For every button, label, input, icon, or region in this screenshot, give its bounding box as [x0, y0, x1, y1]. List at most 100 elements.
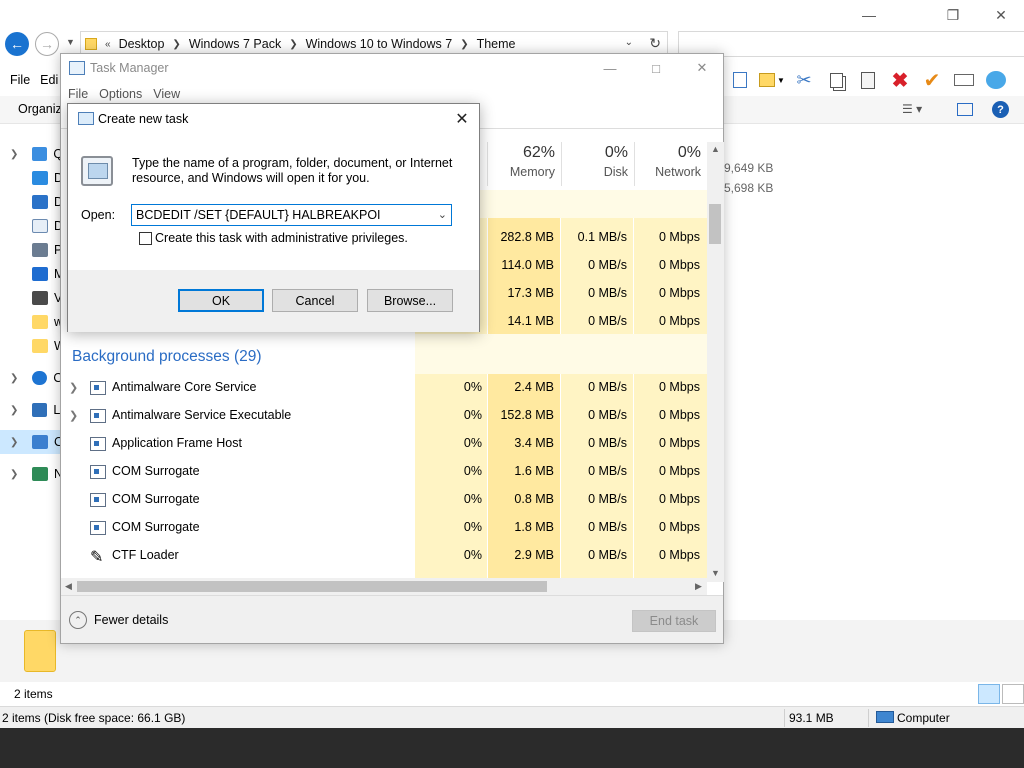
- column-disk[interactable]: 0% Disk: [561, 142, 634, 186]
- menu-file[interactable]: File: [10, 73, 30, 87]
- menu-view[interactable]: View: [153, 87, 180, 101]
- library-icon: [32, 403, 48, 417]
- expand-chevron-icon[interactable]: ❯: [10, 469, 18, 480]
- menu-edit[interactable]: Edi: [40, 73, 58, 87]
- scroll-down-icon[interactable]: ▼: [711, 568, 720, 578]
- table-row[interactable]: Application Frame Host 0% 3.4 MB 0 MB/s …: [61, 430, 707, 458]
- expand-chevron-icon[interactable]: ❯: [69, 409, 78, 422]
- search-input[interactable]: [678, 31, 1024, 57]
- address-dropdown-icon[interactable]: ⌄: [625, 37, 633, 48]
- refresh-icon[interactable]: ↻: [649, 35, 661, 52]
- vertical-scrollbar[interactable]: ▲ ▼: [707, 142, 724, 582]
- close-icon[interactable]: ✕: [679, 54, 725, 82]
- maximize-icon[interactable]: ❐: [930, 0, 976, 30]
- breadcrumb-separator-icon[interactable]: ❯: [460, 39, 468, 50]
- table-row[interactable]: ❯ Antimalware Core Service 0% 2.4 MB 0 M…: [61, 374, 707, 402]
- expand-chevron-icon[interactable]: ❯: [69, 381, 78, 394]
- close-icon[interactable]: ✕: [978, 0, 1024, 30]
- expand-chevron-icon[interactable]: ❯: [10, 437, 18, 448]
- properties-icon[interactable]: ▼: [757, 68, 787, 92]
- back-arrow-icon[interactable]: ←: [5, 32, 29, 56]
- cpu-cell: 0%: [463, 520, 482, 534]
- menu-file[interactable]: File: [68, 87, 88, 101]
- minimize-icon[interactable]: —: [587, 54, 633, 82]
- network-cell: 0 Mbps: [659, 436, 700, 450]
- copy-icon[interactable]: [821, 68, 851, 92]
- memory-cell: 2.9 MB: [514, 548, 554, 562]
- chevron-down-icon[interactable]: ⌄: [438, 208, 447, 221]
- task-manager-menubar: File Options View: [61, 83, 184, 105]
- breadcrumb-windows7pack[interactable]: Windows 7 Pack: [189, 37, 281, 51]
- scroll-right-icon[interactable]: ▶: [695, 581, 702, 592]
- open-input[interactable]: [132, 208, 422, 222]
- breadcrumb-theme[interactable]: Theme: [477, 37, 516, 51]
- view-icon[interactable]: [725, 68, 755, 92]
- column-memory[interactable]: 62% Memory: [487, 142, 561, 186]
- table-row[interactable]: COM Surrogate 0% 1.6 MB 0 MB/s 0 Mbps: [61, 458, 707, 486]
- open-combobox[interactable]: ⌄: [131, 204, 452, 226]
- table-row[interactable]: COM Surrogate 0% 1.8 MB 0 MB/s 0 Mbps: [61, 514, 707, 542]
- end-task-button[interactable]: End task: [632, 610, 716, 632]
- cpu-cell: 0%: [463, 436, 482, 450]
- horizontal-scrollbar[interactable]: ◀ ▶: [61, 578, 707, 595]
- memory-percent: 62%: [522, 144, 555, 161]
- ok-button[interactable]: OK: [178, 289, 264, 312]
- process-name: Antimalware Core Service: [112, 380, 257, 394]
- browse-button[interactable]: Browse...: [367, 289, 453, 312]
- cpu-cell: 0%: [463, 408, 482, 422]
- cancel-button[interactable]: Cancel: [272, 289, 358, 312]
- expand-chevron-icon[interactable]: ❯: [10, 373, 18, 384]
- cut-icon[interactable]: ✂: [789, 68, 819, 92]
- preview-pane-icon[interactable]: [957, 103, 973, 116]
- maximize-icon[interactable]: □: [633, 54, 679, 82]
- rename-icon[interactable]: [949, 68, 979, 92]
- admin-privileges-label[interactable]: Create this task with administrative pri…: [155, 231, 408, 245]
- column-network[interactable]: 0% Network: [634, 142, 707, 186]
- breadcrumb-separator-icon[interactable]: ❯: [172, 39, 180, 50]
- dialog-title: Create new task: [98, 112, 189, 126]
- forward-arrow-icon[interactable]: →: [35, 32, 59, 56]
- breadcrumb-win10-to-win7[interactable]: Windows 10 to Windows 7: [306, 37, 453, 51]
- admin-privileges-checkbox[interactable]: [139, 232, 152, 245]
- delete-icon[interactable]: ✖: [885, 68, 915, 92]
- video-icon: [32, 291, 48, 305]
- folder-icon: [85, 38, 97, 50]
- breadcrumb-desktop[interactable]: Desktop: [119, 37, 165, 51]
- scroll-left-icon[interactable]: ◀: [65, 581, 72, 592]
- menu-options[interactable]: Options: [99, 87, 142, 101]
- close-icon[interactable]: ✕: [445, 104, 479, 134]
- task-manager-footer: ⌃ Fewer details End task: [61, 595, 723, 643]
- view-options-icon[interactable]: ☰ ▾: [902, 102, 922, 116]
- disk-percent: 0%: [604, 144, 628, 161]
- disk-cell: 0 MB/s: [588, 380, 627, 394]
- breadcrumb-separator-icon[interactable]: ❯: [289, 39, 297, 50]
- chevron-up-icon[interactable]: ⌃: [69, 611, 87, 629]
- run-icon: [78, 112, 94, 125]
- details-view-icon[interactable]: [978, 684, 1000, 704]
- table-row[interactable]: ✎ CTF Loader 0% 2.9 MB 0 MB/s 0 Mbps: [61, 542, 707, 570]
- file-size-2: 5,698 KB: [724, 181, 774, 195]
- recent-locations-icon[interactable]: ▼: [66, 37, 75, 47]
- scroll-up-icon[interactable]: ▲: [711, 144, 720, 154]
- sky-globe-icon[interactable]: [981, 68, 1011, 92]
- process-name: Application Frame Host: [112, 436, 242, 450]
- table-row[interactable]: COM Surrogate 0% 0.8 MB 0 MB/s 0 Mbps: [61, 486, 707, 514]
- paste-icon[interactable]: [853, 68, 883, 92]
- help-icon[interactable]: ?: [992, 101, 1009, 118]
- checkmark-icon[interactable]: ✔: [917, 68, 947, 92]
- folder-icon[interactable]: [24, 630, 56, 672]
- organize-button[interactable]: Organiz: [18, 102, 62, 116]
- large-icons-view-icon[interactable]: [1002, 684, 1024, 704]
- disk-cell: 0 MB/s: [588, 492, 627, 506]
- fewer-details-button[interactable]: Fewer details: [94, 613, 168, 627]
- process-name: Antimalware Service Executable: [112, 408, 292, 422]
- expand-chevron-icon[interactable]: ❯: [10, 149, 18, 160]
- expand-chevron-icon[interactable]: ❯: [10, 405, 18, 416]
- overflow-chevron-icon[interactable]: «: [105, 39, 111, 50]
- minimize-icon[interactable]: —: [846, 0, 892, 30]
- table-row[interactable]: ❯ Antimalware Service Executable 0% 152.…: [61, 402, 707, 430]
- group-header-band: [415, 334, 707, 374]
- scroll-thumb[interactable]: [709, 204, 721, 244]
- disk-cell: 0 MB/s: [588, 314, 627, 328]
- scroll-thumb[interactable]: [77, 581, 547, 592]
